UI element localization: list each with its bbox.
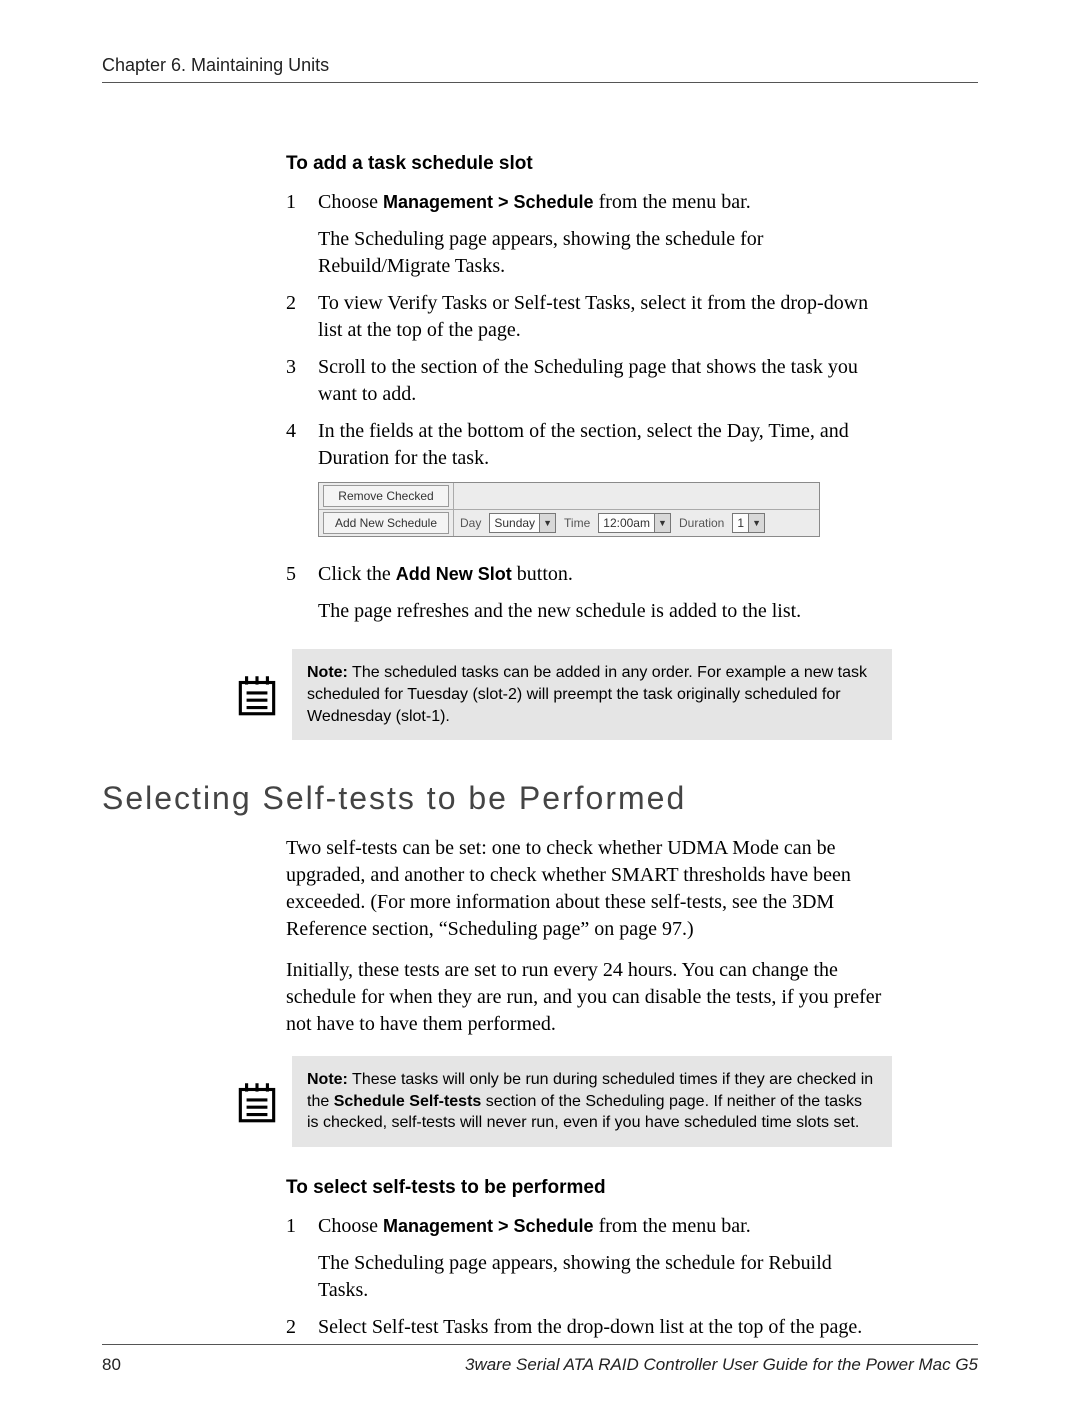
step-number: 5 [286,561,318,625]
step-text: from the menu bar. [594,1215,751,1237]
step-text: The Scheduling page appears, showing the… [318,1250,886,1304]
step-text: Click the [318,563,396,585]
step-text: Scroll to the section of the Scheduling … [318,354,886,408]
paragraph: Two self-tests can be set: one to check … [286,835,888,943]
step-text: The page refreshes and the new schedule … [318,598,886,625]
day-value: Sunday [494,515,539,531]
step-text: from the menu bar. [594,191,751,213]
add-new-schedule-button[interactable]: Add New Schedule [323,512,449,534]
step-item: 4 In the fields at the bottom of the sec… [286,418,886,551]
step-number: 1 [286,1213,318,1304]
step-number: 2 [286,290,318,344]
time-label: Time [564,515,590,531]
step-text: Choose [318,1215,383,1237]
note-icon [232,1077,282,1127]
page-header: Chapter 6. Maintaining Units [102,55,978,83]
step-text: Choose [318,191,383,213]
step-item: 3 Scroll to the section of the Schedulin… [286,354,886,408]
steps-add-task: 1 Choose Management > Schedule from the … [286,189,886,625]
menu-path: Management > Schedule [383,192,594,212]
chevron-down-icon: ▼ [654,514,670,532]
day-label: Day [460,515,481,531]
remove-checked-button[interactable]: Remove Checked [323,485,449,507]
button-name: Add New Slot [396,564,512,584]
footer-title: 3ware Serial ATA RAID Controller User Gu… [465,1355,978,1375]
paragraph: Initially, these tests are set to run ev… [286,957,888,1038]
time-value: 12:00am [603,515,654,531]
step-item: 1 Choose Management > Schedule from the … [286,1213,886,1304]
step-text: To view Verify Tasks or Self-test Tasks,… [318,290,886,344]
step-item: 2 To view Verify Tasks or Self-test Task… [286,290,886,344]
step-text: button. [512,563,573,585]
section-heading-add-task: To add a task schedule slot [286,153,978,175]
note-label: Note: [307,1071,348,1088]
step-text: Select Self-test Tasks from the drop-dow… [318,1314,886,1341]
step-text: In the fields at the bottom of the secti… [318,418,886,472]
schedule-controls-mock: Remove Checked Add New Schedule Day Sund… [318,482,820,537]
step-item: 5 Click the Add New Slot button. The pag… [286,561,886,625]
duration-select[interactable]: 1▼ [732,513,765,533]
time-select[interactable]: 12:00am▼ [598,513,671,533]
step-number: 3 [286,354,318,408]
step-number: 1 [286,189,318,280]
note-box: Note: These tasks will only be run durin… [292,1056,892,1147]
note-box: Note: The scheduled tasks can be added i… [292,649,892,740]
step-item: 2 Select Self-test Tasks from the drop-d… [286,1314,886,1341]
step-item: 1 Choose Management > Schedule from the … [286,189,886,280]
page-number: 80 [102,1355,121,1375]
step-number: 4 [286,418,318,551]
duration-value: 1 [737,515,748,531]
heading-selecting-self-tests: Selecting Self-tests to be Performed [102,780,978,817]
note-text: The scheduled tasks can be added in any … [307,664,867,724]
step-number: 2 [286,1314,318,1341]
steps-select-selftests: 1 Choose Management > Schedule from the … [286,1213,886,1341]
step-text: The Scheduling page appears, showing the… [318,226,886,280]
chevron-down-icon: ▼ [748,514,764,532]
page-footer: 80 3ware Serial ATA RAID Controller User… [102,1344,978,1375]
section-heading-select-selftests: To select self-tests to be performed [286,1177,978,1199]
menu-path: Management > Schedule [383,1216,594,1236]
chevron-down-icon: ▼ [539,514,555,532]
day-select[interactable]: Sunday▼ [489,513,556,533]
note-bold: Schedule Self-tests [334,1093,482,1110]
duration-label: Duration [679,515,724,531]
note-label: Note: [307,664,348,681]
note-icon [232,670,282,720]
